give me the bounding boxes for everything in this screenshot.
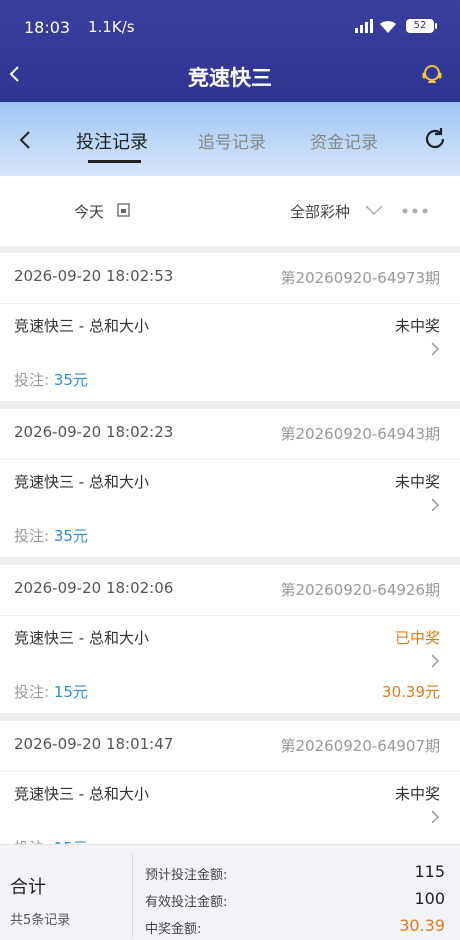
- record-game: 竞速快三 - 总和大小: [14, 473, 149, 491]
- tab-bet-records[interactable]: 投注记录: [76, 128, 148, 154]
- record-bet: 投注: 35元: [14, 369, 88, 390]
- summary-footer: 合计 共5条记录 预计投注金额: 115 有效投注金额: 100 中奖金额: 3…: [0, 844, 460, 940]
- app-header: 18:03 1.1K/s 52 竞速快三: [0, 0, 460, 102]
- divider: [0, 615, 460, 616]
- page-title: 竞速快三: [188, 66, 272, 90]
- bet-record-card[interactable]: 2026-09-20 18:02:53 第20260920-64973期 竞速快…: [0, 253, 460, 401]
- date-filter[interactable]: 今天: [74, 201, 104, 222]
- tab-chase-records[interactable]: 追号记录: [198, 128, 266, 153]
- prize-label: 中奖金额:: [145, 922, 202, 937]
- record-bet: 投注: 15元: [14, 681, 88, 702]
- record-tabs: 投注记录 追号记录 资金记录: [0, 102, 460, 176]
- record-game: 竞速快三 - 总和大小: [14, 317, 149, 335]
- chevron-right-icon[interactable]: [430, 809, 440, 825]
- record-datetime: 2026-09-20 18:02:53: [14, 267, 174, 285]
- bet-label: 投注:: [14, 683, 54, 701]
- expected-bet-row: 预计投注金额: 115: [145, 862, 445, 883]
- signal-icon: [355, 19, 373, 33]
- valid-bet-row: 有效投注金额: 100: [145, 889, 445, 910]
- divider: [0, 459, 460, 460]
- chevron-right-icon[interactable]: [430, 497, 440, 513]
- record-period: 第20260920-64973期: [280, 269, 440, 287]
- lottery-filter[interactable]: 全部彩种: [290, 201, 350, 222]
- refresh-icon[interactable]: [422, 126, 448, 152]
- expected-bet-label: 预计投注金额:: [145, 868, 228, 883]
- expected-bet-value: 115: [414, 862, 445, 881]
- summary-title: 合计: [10, 877, 46, 898]
- chevron-right-icon[interactable]: [430, 341, 440, 357]
- bet-amount: 35元: [53, 527, 88, 545]
- valid-bet-label: 有效投注金额:: [145, 895, 228, 910]
- record-result: 已中奖: [394, 629, 440, 647]
- tab-fund-records[interactable]: 资金记录: [310, 128, 378, 153]
- chevron-right-icon[interactable]: [430, 653, 440, 669]
- status-time: 18:03: [24, 18, 71, 37]
- record-bet: 投注: 35元: [14, 525, 88, 546]
- record-datetime: 2026-09-20 18:02:06: [14, 579, 174, 597]
- chevron-down-icon[interactable]: [364, 204, 384, 216]
- bet-amount: 15元: [53, 683, 88, 701]
- record-result: 未中奖: [394, 785, 440, 803]
- status-bar: 18:03 1.1K/s 52: [0, 0, 460, 48]
- record-game: 竞速快三 - 总和大小: [14, 629, 149, 647]
- wifi-icon: [380, 20, 396, 33]
- active-tab-indicator: [88, 160, 141, 163]
- filter-bar: 今天 全部彩种: [0, 176, 460, 246]
- divider: [132, 853, 133, 939]
- nav-bar: 竞速快三: [0, 48, 460, 102]
- customer-service-icon[interactable]: [420, 62, 444, 86]
- bet-amount: 35元: [53, 371, 88, 389]
- bet-record-card[interactable]: 2026-09-20 18:02:06 第20260920-64926期 竞速快…: [0, 565, 460, 713]
- record-result: 未中奖: [394, 317, 440, 335]
- record-datetime: 2026-09-20 18:01:47: [14, 735, 174, 753]
- record-result: 未中奖: [394, 473, 440, 491]
- record-period: 第20260920-64943期: [280, 425, 440, 443]
- record-period: 第20260920-64907期: [280, 737, 440, 755]
- record-period: 第20260920-64926期: [280, 581, 440, 599]
- record-count: 共5条记录: [10, 913, 71, 928]
- bet-label: 投注:: [14, 371, 54, 389]
- divider: [0, 771, 460, 772]
- record-prize: 30.39元: [382, 683, 440, 701]
- prize-row: 中奖金额: 30.39: [145, 916, 445, 937]
- battery-icon: 52: [406, 19, 437, 33]
- divider: [0, 303, 460, 304]
- bet-record-card[interactable]: 2026-09-20 18:02:23 第20260920-64943期 竞速快…: [0, 409, 460, 557]
- more-icon[interactable]: [402, 208, 428, 214]
- network-speed: 1.1K/s: [88, 18, 135, 36]
- bet-label: 投注:: [14, 527, 54, 545]
- valid-bet-value: 100: [414, 889, 445, 908]
- record-datetime: 2026-09-20 18:02:23: [14, 423, 174, 441]
- prize-value: 30.39: [399, 916, 445, 935]
- back-icon[interactable]: [16, 127, 36, 153]
- record-game: 竞速快三 - 总和大小: [14, 785, 149, 803]
- calendar-icon[interactable]: [117, 203, 130, 217]
